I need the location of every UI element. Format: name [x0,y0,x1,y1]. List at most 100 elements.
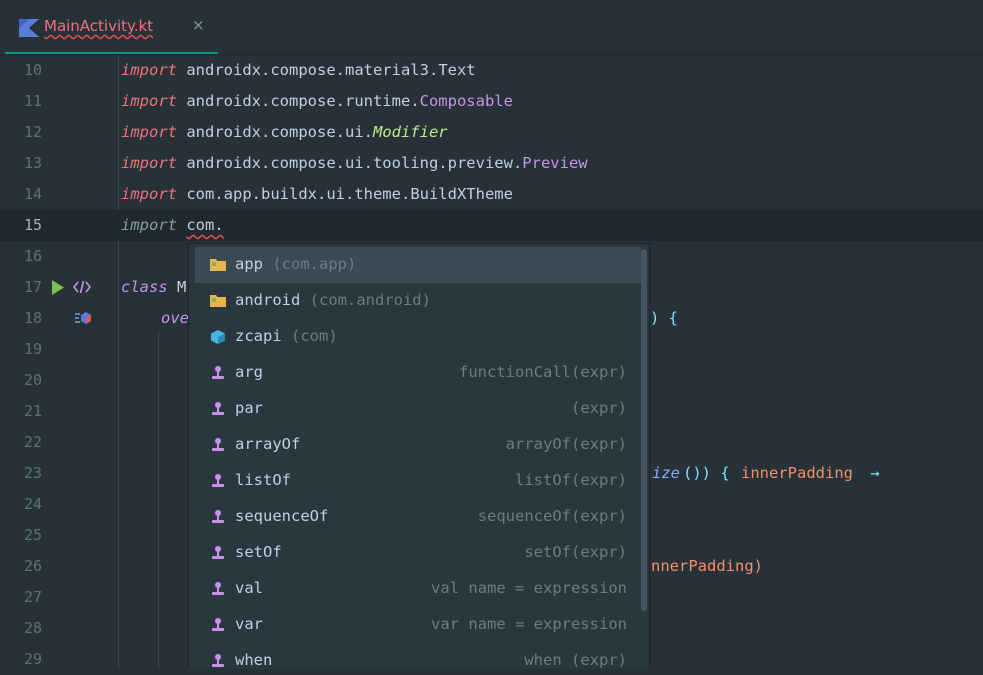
package-icon [210,329,226,345]
completion-item[interactable]: listOf listOf(expr) [195,463,641,499]
completion-item[interactable]: arrayOf arrayOf(expr) [195,427,641,463]
override-icon[interactable] [74,310,92,330]
completion-item-type: sequenceOf(expr) [477,507,627,525]
template-icon [210,437,226,453]
code-line[interactable]: 14 import com.app.buildx.ui.theme.BuildXT… [0,179,983,210]
completion-item-type: arrayOf(expr) [505,435,627,453]
code-fragment: innerPadding [741,464,853,482]
editor-tab-bar: MainActivity.kt × [0,0,983,55]
completion-item[interactable]: setOf setOf(expr) [195,535,641,571]
code-line[interactable]: 12 import androidx.compose.ui.Modifier [0,117,983,148]
completion-item-type: var name = expression [431,615,627,633]
completion-item-hint: (com) [281,327,338,345]
line-number: 27 [23,588,42,606]
template-icon [210,653,226,669]
completion-item[interactable]: par (expr) [195,391,641,427]
keyword: class [121,278,168,296]
completion-item[interactable]: arg functionCall(expr) [195,355,641,391]
line-number: 22 [23,433,42,451]
code-text: import com. [121,210,224,241]
completion-item-label: sequenceOf [235,507,329,525]
keyword: ove [161,309,189,327]
run-icon[interactable] [51,280,65,299]
completion-item[interactable]: app (com.app) [195,247,641,283]
code-text: class M [121,272,186,303]
kotlin-file-icon [19,19,39,37]
code-text: import com.app.buildx.ui.theme.BuildXThe… [121,179,513,210]
code-line[interactable]: 10 import androidx.compose.material3.Text [0,55,983,86]
class-name: Preview [522,154,588,172]
completion-item-label: par [235,399,263,417]
completion-item[interactable]: android (com.android) [195,283,641,319]
completion-item-type: functionCall(expr) [459,363,627,381]
code-text: ove [161,303,189,334]
completion-item-label: arrayOf [235,435,301,453]
code-text: import androidx.compose.material3.Text [121,55,476,86]
completion-popup: app (com.app) android (com.android) zcapi … [188,243,650,669]
completion-item-hint: (com.app) [263,255,357,273]
line-number: 17 [23,278,42,296]
completion-item[interactable]: sequenceOf sequenceOf(expr) [195,499,641,535]
line-number: 24 [23,495,42,513]
template-icon [210,509,226,525]
completion-item-label: when [235,651,273,669]
line-number: 28 [23,619,42,637]
code-fragment: → [861,464,880,482]
line-number: 16 [23,247,42,265]
keyword: import [121,154,177,172]
completion-item-type: listOf(expr) [515,471,627,489]
close-tab-icon[interactable]: × [192,16,205,34]
completion-item[interactable]: val val name = expression [195,571,641,607]
keyword: import [121,216,177,234]
tab-mainactivity[interactable]: MainActivity.kt × [5,0,218,54]
line-number: 10 [23,61,42,79]
completion-item-type: when (expr) [524,651,627,669]
completion-item-label: app (com.app) [235,255,357,273]
line-number: 21 [23,402,42,420]
class-name: Modifier [372,123,448,141]
keyword: import [121,123,177,141]
code-preview-icon[interactable] [72,279,92,299]
completion-item-label: arg [235,363,263,381]
line-number: 29 [23,650,42,668]
package-path: androidx.compose.runtime. [186,92,420,110]
package-path: com.app.buildx.ui.theme. [186,185,411,203]
folder-icon [210,293,226,309]
popup-scrollbar[interactable] [641,249,647,611]
completion-item-hint: (com.android) [300,291,431,309]
keyword: import [121,61,177,79]
completion-item[interactable]: var var name = expression [195,607,641,643]
code-line[interactable]: 15 import com. [0,210,983,241]
tab-title: MainActivity.kt [44,17,154,35]
completion-item-label: zcapi (com) [235,327,338,345]
code-line[interactable]: 11 import androidx.compose.runtime.Compos… [0,86,983,117]
line-number: 18 [23,309,42,327]
package-path: com. [186,216,224,234]
class-name: Text [438,61,476,79]
completion-item-type: setOf(expr) [524,543,627,561]
completion-item[interactable]: when when (expr) [195,643,641,669]
template-icon [210,473,226,489]
line-number: 26 [23,557,42,575]
code-line[interactable]: 13 import androidx.compose.ui.tooling.pre… [0,148,983,179]
code-fragment: nnerPadding) [651,557,763,575]
code-fragment: ) { [650,309,678,327]
line-number: 25 [23,526,42,544]
package-path: androidx.compose.ui. [186,123,373,141]
template-icon [210,581,226,597]
code-text: import androidx.compose.ui.tooling.previ… [121,148,588,179]
completion-item[interactable]: zcapi (com) [195,319,641,355]
line-number: 13 [23,154,42,172]
line-number: 19 [23,340,42,358]
template-icon [210,401,226,417]
line-number: 20 [23,371,42,389]
keyword: import [121,92,177,110]
code-fragment: ()) { [683,464,739,482]
completion-item-type: (expr) [571,399,627,417]
folder-icon [210,257,226,273]
line-number: 11 [23,92,42,110]
template-icon [210,617,226,633]
keyword: import [121,185,177,203]
code-fragment: ize [652,464,680,482]
code-text: import androidx.compose.runtime.Composab… [121,86,513,117]
